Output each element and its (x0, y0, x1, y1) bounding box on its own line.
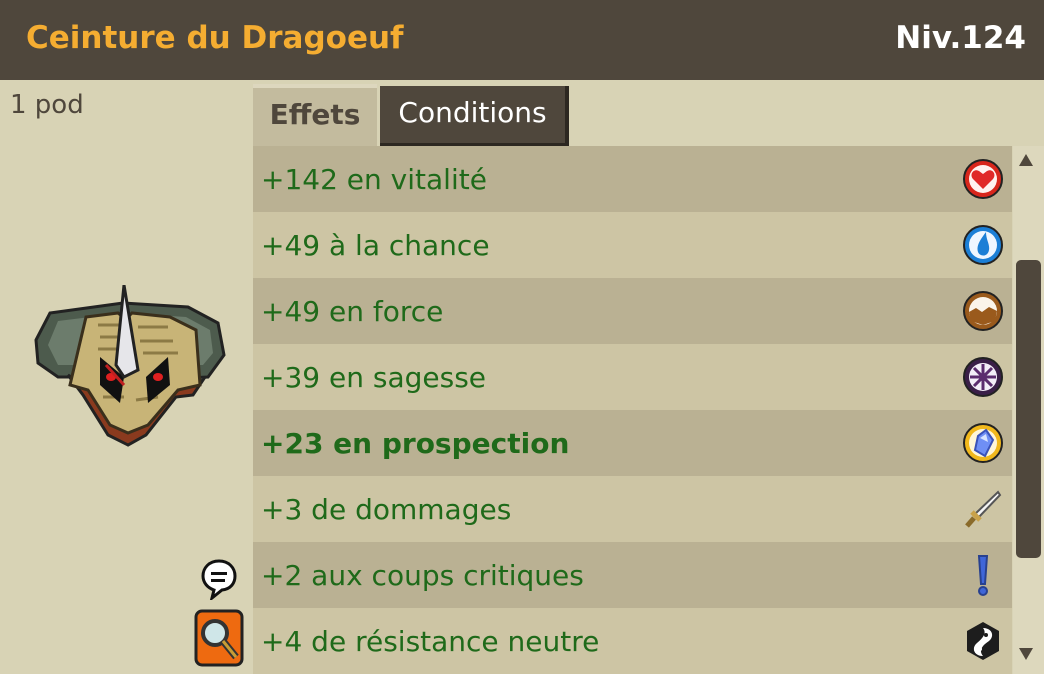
effect-text: +39 en sagesse (261, 360, 487, 394)
effect-text: +142 en vitalité (261, 162, 487, 196)
wisdom-wheel-icon (963, 357, 1003, 397)
effect-row: +142 en vitalité (253, 146, 1012, 212)
effect-row: +23 en prospection (253, 410, 1012, 476)
effect-text: +49 à la chance (261, 228, 490, 262)
prospecting-crystal-icon (963, 423, 1003, 463)
vitality-heart-icon (963, 159, 1003, 199)
effects-scrollbar[interactable] (1013, 146, 1044, 674)
effects-list: +142 en vitalité +49 à la chance +49 en … (253, 146, 1012, 674)
effect-row: +2 aux coups critiques (253, 542, 1012, 608)
effect-text: +23 en prospection (261, 426, 570, 460)
critical-exclamation-icon (977, 555, 989, 596)
tab-effets[interactable]: Effets (253, 84, 377, 146)
inspect-button[interactable] (194, 609, 244, 667)
scroll-down-arrow-icon[interactable] (1019, 648, 1033, 660)
scroll-up-arrow-icon[interactable] (1019, 154, 1033, 166)
chat-bubble-icon (201, 559, 237, 602)
effect-row: +49 à la chance (253, 212, 1012, 278)
effect-row: +39 en sagesse (253, 344, 1012, 410)
item-name: Ceinture du Dragoeuf (26, 20, 404, 56)
effect-row: +3 de dommages (253, 476, 1012, 542)
effect-text: +49 en force (261, 294, 444, 328)
item-level: Niv.124 (895, 20, 1026, 56)
neutral-resistance-icon (967, 622, 999, 660)
item-weight: 1 pod (10, 90, 84, 120)
tab-conditions[interactable]: Conditions (380, 86, 569, 146)
effect-text: +2 aux coups critiques (261, 558, 584, 592)
effect-row: +49 en force (253, 278, 1012, 344)
effect-text: +3 de dommages (261, 492, 512, 526)
effect-row: +4 de résistance neutre (253, 608, 1012, 674)
magnifier-icon (194, 609, 244, 667)
scrollbar-thumb[interactable] (1016, 260, 1041, 558)
damage-sword-icon (965, 490, 1002, 528)
chat-button[interactable] (200, 558, 238, 602)
chance-water-drop-icon (963, 225, 1003, 265)
item-header: Ceinture du Dragoeuf Niv.124 (0, 0, 1044, 80)
strength-earth-icon (963, 291, 1003, 331)
effect-text: +4 de résistance neutre (261, 624, 600, 658)
dragoeuf-belt-image (34, 285, 226, 447)
